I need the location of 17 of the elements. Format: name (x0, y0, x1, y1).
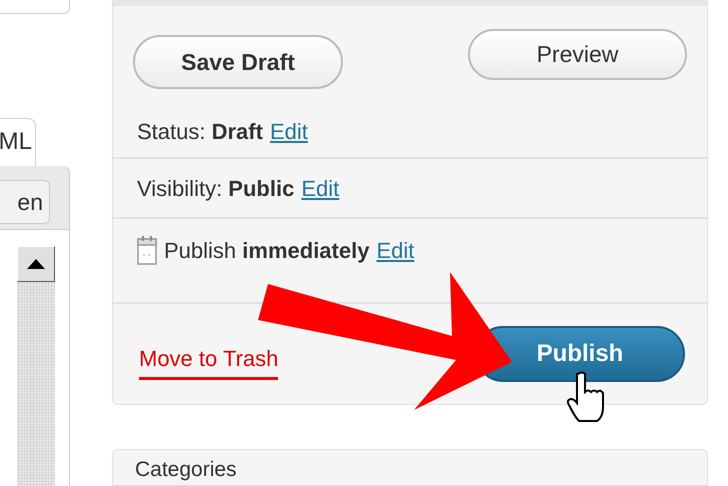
status-text: Publish immediately (164, 236, 370, 265)
status-text: Visibility: Public (137, 174, 294, 203)
scroll-up-button[interactable] (17, 246, 55, 282)
edit-link[interactable]: Edit (376, 234, 414, 266)
toolbar-button[interactable]: en (0, 180, 50, 224)
editor-tab[interactable]: ML (0, 118, 36, 166)
edit-link[interactable]: Edit (270, 114, 308, 148)
panel-title: Categories (135, 458, 237, 480)
panel-background (0, 0, 70, 14)
preview-button[interactable]: Preview (468, 29, 687, 80)
status-text: Status: Draft (137, 118, 263, 146)
scrollbar[interactable] (17, 246, 55, 486)
calendar-icon (137, 235, 157, 265)
save-draft-button[interactable]: Save Draft (133, 35, 343, 89)
up-arrow-icon (27, 259, 45, 269)
edit-link[interactable]: Edit (301, 172, 340, 204)
move-to-trash-link[interactable]: Move to Trash (139, 342, 278, 380)
